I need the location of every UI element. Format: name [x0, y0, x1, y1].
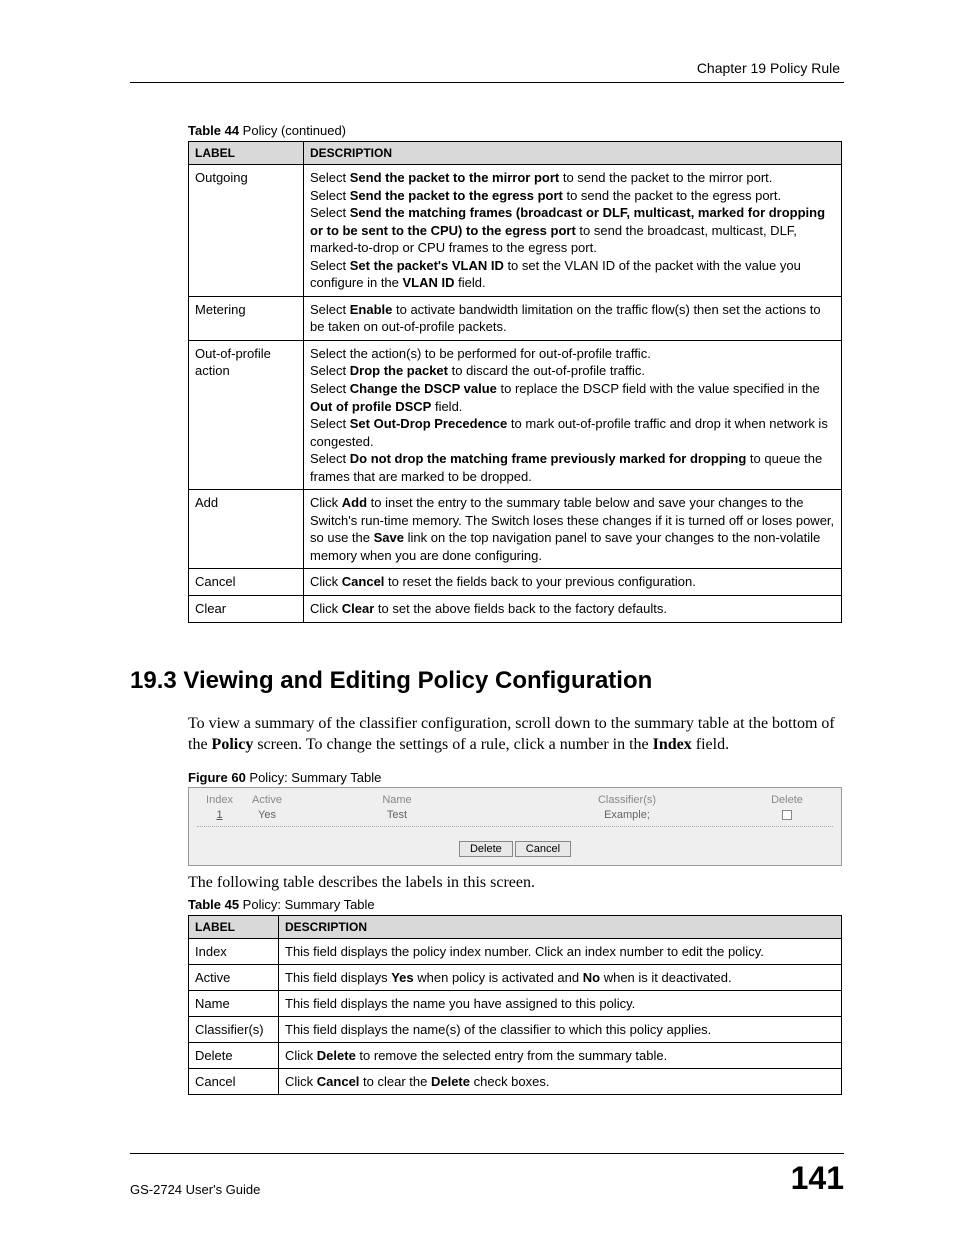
table45-caption-rest: Policy: Summary Table [239, 897, 375, 912]
row-label: Clear [189, 596, 304, 623]
table-row: CancelClick Cancel to clear the Delete c… [189, 1069, 842, 1095]
row-desc: This field displays Yes when policy is a… [279, 965, 842, 991]
table45-head-desc: DESCRIPTION [279, 916, 842, 939]
table45: LABEL DESCRIPTION IndexThis field displa… [188, 915, 842, 1095]
section-heading: 19.3 Viewing and Editing Policy Configur… [130, 667, 844, 695]
cancel-button[interactable]: Cancel [515, 841, 571, 857]
fig-head-index: Index [197, 794, 242, 806]
figure60-caption-label: Figure 60 [188, 770, 246, 785]
row-desc: This field displays the name(s) of the c… [279, 1017, 842, 1043]
figure60-buttons: DeleteCancel [197, 841, 833, 857]
figure60-caption-rest: Policy: Summary Table [246, 770, 382, 785]
figure60-header-row: Index Active Name Classifier(s) Delete [197, 792, 833, 808]
row-desc: Click Delete to remove the selected entr… [279, 1043, 842, 1069]
fig-row-active: Yes [242, 809, 292, 823]
fig-row-index-link[interactable]: 1 [216, 809, 222, 821]
chapter-header: Chapter 19 Policy Rule [130, 60, 844, 76]
table44-caption: Table 44 Policy (continued) [188, 123, 844, 138]
table-row: AddClick Add to inset the entry to the s… [189, 490, 842, 569]
row-label: Outgoing [189, 165, 304, 297]
page-number: 141 [791, 1160, 844, 1197]
table44-head-desc: DESCRIPTION [304, 142, 842, 165]
table-row: ClearClick Clear to set the above fields… [189, 596, 842, 623]
fig-head-class: Classifier(s) [502, 794, 752, 806]
table44-body: OutgoingSelect Send the packet to the mi… [189, 165, 842, 623]
row-desc: Click Add to inset the entry to the summ… [304, 490, 842, 569]
table-row: NameThis field displays the name you hav… [189, 991, 842, 1017]
table-row: Out-of-profile actionSelect the action(s… [189, 340, 842, 489]
following-paragraph: The following table describes the labels… [188, 872, 844, 894]
row-desc: This field displays the name you have as… [279, 991, 842, 1017]
table45-head-label: LABEL [189, 916, 279, 939]
table-row: IndexThis field displays the policy inde… [189, 939, 842, 965]
fig-row-delete [752, 809, 822, 823]
table44: LABEL DESCRIPTION OutgoingSelect Send th… [188, 141, 842, 623]
row-label: Metering [189, 296, 304, 340]
table44-caption-rest: Policy (continued) [239, 123, 346, 138]
header-rule [130, 82, 844, 83]
row-desc: Select Send the packet to the mirror por… [304, 165, 842, 297]
figure60: Index Active Name Classifier(s) Delete 1… [188, 787, 842, 866]
row-label: Active [189, 965, 279, 991]
footer-guide: GS-2724 User's Guide [130, 1182, 260, 1197]
table44-head-label: LABEL [189, 142, 304, 165]
row-desc: This field displays the policy index num… [279, 939, 842, 965]
row-label: Cancel [189, 1069, 279, 1095]
fig-row-name: Test [292, 809, 502, 823]
figure60-caption: Figure 60 Policy: Summary Table [188, 770, 844, 785]
row-desc: Click Clear to set the above fields back… [304, 596, 842, 623]
row-desc: Click Cancel to reset the fields back to… [304, 569, 842, 596]
row-label: Out-of-profile action [189, 340, 304, 489]
row-desc: Select Enable to activate bandwidth limi… [304, 296, 842, 340]
table-row: MeteringSelect Enable to activate bandwi… [189, 296, 842, 340]
table45-caption-label: Table 45 [188, 897, 239, 912]
table-row: CancelClick Cancel to reset the fields b… [189, 569, 842, 596]
fig-head-delete: Delete [752, 794, 822, 806]
figure60-row: 1 Yes Test Example; [197, 808, 833, 827]
table-row: DeleteClick Delete to remove the selecte… [189, 1043, 842, 1069]
table44-caption-label: Table 44 [188, 123, 239, 138]
table45-caption: Table 45 Policy: Summary Table [188, 897, 844, 912]
table45-body: IndexThis field displays the policy inde… [189, 939, 842, 1095]
table-row: ActiveThis field displays Yes when polic… [189, 965, 842, 991]
table-row: OutgoingSelect Send the packet to the mi… [189, 165, 842, 297]
delete-checkbox[interactable] [782, 810, 792, 820]
row-label: Name [189, 991, 279, 1017]
table-row: Classifier(s)This field displays the nam… [189, 1017, 842, 1043]
row-label: Classifier(s) [189, 1017, 279, 1043]
row-desc: Click Cancel to clear the Delete check b… [279, 1069, 842, 1095]
row-label: Delete [189, 1043, 279, 1069]
fig-row-class: Example; [502, 809, 752, 823]
row-label: Add [189, 490, 304, 569]
row-desc: Select the action(s) to be performed for… [304, 340, 842, 489]
intro-paragraph: To view a summary of the classifier conf… [188, 713, 844, 756]
row-label: Index [189, 939, 279, 965]
row-label: Cancel [189, 569, 304, 596]
footer: GS-2724 User's Guide 141 [130, 1153, 844, 1197]
fig-head-active: Active [242, 794, 292, 806]
delete-button[interactable]: Delete [459, 841, 513, 857]
fig-head-name: Name [292, 794, 502, 806]
